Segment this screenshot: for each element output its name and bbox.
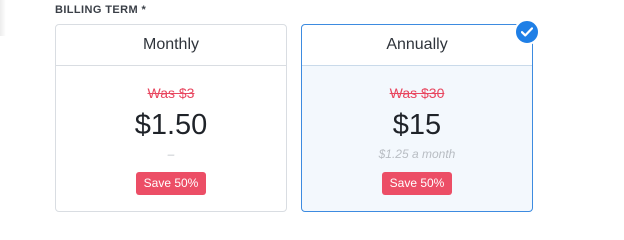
billing-option-monthly[interactable]: Monthly Was $3 $1.50 – Save 50% <box>55 24 287 212</box>
billing-term-label: BILLING TERM * <box>55 4 147 16</box>
discount-badge: Save 50% <box>135 172 207 195</box>
left-edge-shadow <box>0 0 6 36</box>
option-body: Was $3 $1.50 – Save 50% <box>56 66 286 195</box>
option-title: Annually <box>302 25 532 66</box>
checkmark-circle-icon <box>514 19 540 45</box>
billing-term-section: BILLING TERM * Monthly Was $3 $1.50 – Sa… <box>0 0 624 238</box>
price-subtext: $1.25 a month <box>378 147 456 161</box>
original-price: Was $30 <box>389 85 445 101</box>
price: $1.50 <box>134 109 208 141</box>
option-body: Was $30 $15 $1.25 a month Save 50% <box>302 66 532 195</box>
price-subtext: – <box>167 147 175 161</box>
billing-option-annually[interactable]: Annually Was $30 $15 $1.25 a month Save … <box>301 19 540 212</box>
option-title: Monthly <box>56 25 286 66</box>
original-price: Was $3 <box>147 85 195 101</box>
price: $15 <box>392 109 442 141</box>
discount-badge: Save 50% <box>381 172 453 195</box>
